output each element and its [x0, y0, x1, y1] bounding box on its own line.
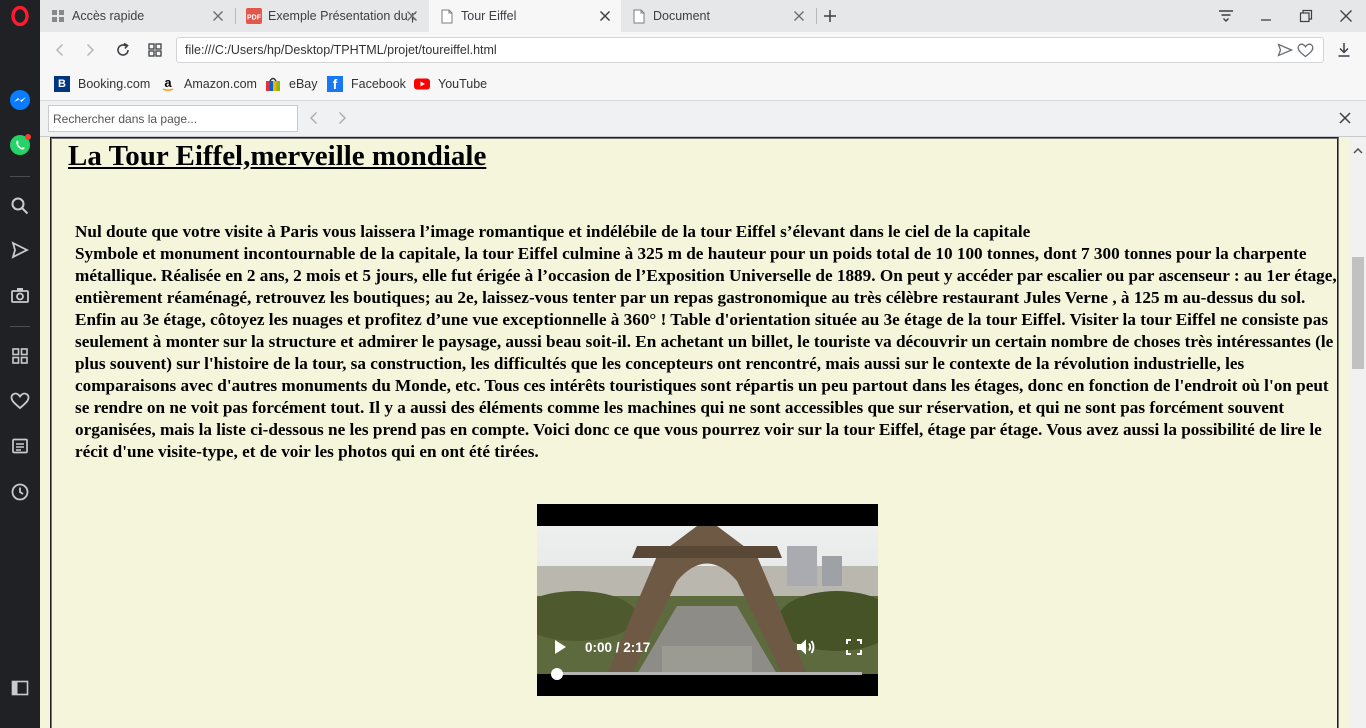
- tab-document[interactable]: Document: [621, 0, 815, 32]
- search-icon[interactable]: [8, 194, 32, 218]
- tab-label: Tour Eiffel: [461, 9, 517, 23]
- news-icon[interactable]: [8, 434, 32, 458]
- bookmark-facebook[interactable]: f Facebook: [327, 75, 406, 93]
- find-next-icon[interactable]: [336, 111, 348, 130]
- find-bar: [40, 100, 1366, 137]
- tab-label: Exemple Présentation du p: [268, 9, 416, 23]
- speed-dial-icon[interactable]: [143, 38, 167, 62]
- reload-icon[interactable]: [111, 38, 135, 62]
- bookmark-label: eBay: [289, 77, 318, 91]
- tab-tour-eiffel[interactable]: Tour Eiffel: [429, 0, 621, 32]
- document-icon: [439, 8, 455, 24]
- volume-icon[interactable]: [796, 638, 816, 661]
- speed-dial-icon: [50, 8, 66, 24]
- close-window-icon[interactable]: [1326, 0, 1366, 32]
- download-icon[interactable]: [1332, 38, 1356, 62]
- bookmark-youtube[interactable]: YouTube: [414, 75, 487, 93]
- ebay-icon: [265, 76, 281, 92]
- content-fieldset: La Tour Eiffel,merveille mondiale Nul do…: [50, 137, 1339, 728]
- bookmarks-bar: B Booking.com a Amazon.com eBay f Facebo…: [40, 68, 1366, 100]
- svg-text:PDF: PDF: [247, 15, 262, 22]
- bookmark-heart-icon[interactable]: [1297, 43, 1314, 63]
- seek-handle[interactable]: [551, 667, 563, 680]
- close-icon[interactable]: [597, 8, 613, 24]
- video-player[interactable]: 0:00 / 2:17: [537, 504, 878, 696]
- opera-sidebar: [0, 0, 40, 728]
- url-text: file:///C:/Users/hp/Desktop/TPHTML/proje…: [185, 43, 497, 57]
- close-icon[interactable]: [791, 8, 807, 24]
- camera-icon[interactable]: [8, 283, 32, 307]
- find-previous-icon[interactable]: [308, 111, 320, 130]
- bookmark-booking[interactable]: B Booking.com: [54, 75, 150, 93]
- document-icon: [631, 8, 647, 24]
- restore-icon[interactable]: [1286, 0, 1326, 32]
- close-icon[interactable]: [210, 8, 226, 24]
- messenger-icon[interactable]: [8, 88, 32, 112]
- youtube-icon: [414, 76, 430, 92]
- bookmark-label: Booking.com: [78, 77, 151, 91]
- new-tab-button[interactable]: [810, 0, 850, 32]
- body-paragraph: Symbole et monument incontournable de la…: [75, 244, 1337, 461]
- page-scrollbar[interactable]: [1350, 137, 1366, 728]
- tab-label: Accès rapide: [72, 9, 145, 23]
- minimize-icon[interactable]: [1246, 0, 1286, 32]
- sidebar-separator: [10, 176, 30, 177]
- bookmark-label: Amazon.com: [184, 77, 257, 91]
- tab-exemple-presentation[interactable]: PDF Exemple Présentation du p: [236, 0, 428, 32]
- intro-paragraph: Nul doute que votre visite à Paris vous …: [75, 222, 1031, 241]
- url-field[interactable]: file:///C:/Users/hp/Desktop/TPHTML/proje…: [176, 37, 1324, 63]
- bookmark-label: Facebook: [351, 77, 406, 91]
- close-icon[interactable]: [404, 8, 420, 24]
- tab-strip: Accès rapide PDF Exemple Présentation du…: [40, 0, 1366, 32]
- heart-icon[interactable]: [8, 389, 32, 413]
- page-title: La Tour Eiffel,merveille mondiale: [65, 139, 490, 173]
- tab-label: Document: [653, 9, 710, 23]
- scroll-up-icon[interactable]: [1353, 141, 1363, 159]
- bookmark-amazon[interactable]: a Amazon.com: [160, 75, 257, 93]
- pdf-icon: PDF: [246, 8, 262, 24]
- play-icon[interactable]: [553, 639, 567, 660]
- sidebar-separator: [10, 326, 30, 327]
- booking-icon: B: [54, 76, 70, 92]
- find-input[interactable]: [48, 105, 298, 132]
- facebook-icon: f: [327, 76, 343, 92]
- history-icon[interactable]: [8, 480, 32, 504]
- sidebar-toggle-icon[interactable]: [8, 676, 32, 700]
- seek-bar[interactable]: [551, 667, 862, 680]
- send-icon[interactable]: [8, 238, 32, 262]
- speed-dial-icon[interactable]: [8, 344, 32, 368]
- article-text: Nul doute que votre visite à Paris vous …: [75, 221, 1340, 463]
- scrollbar-thumb[interactable]: [1352, 257, 1364, 369]
- opera-logo-icon[interactable]: [8, 4, 32, 28]
- address-bar: file:///C:/Users/hp/Desktop/TPHTML/proje…: [40, 32, 1366, 68]
- bookmark-ebay[interactable]: eBay: [265, 75, 318, 93]
- send-icon[interactable]: [1277, 43, 1294, 62]
- bookmark-label: YouTube: [438, 77, 488, 91]
- whatsapp-icon[interactable]: [8, 133, 32, 157]
- fullscreen-icon[interactable]: [846, 639, 862, 660]
- video-time: 0:00 / 2:17: [585, 640, 651, 655]
- tab-acces-rapide[interactable]: Accès rapide: [40, 0, 234, 32]
- page-content: La Tour Eiffel,merveille mondiale Nul do…: [40, 137, 1350, 728]
- svg-text:a: a: [164, 76, 172, 90]
- forward-icon[interactable]: [78, 38, 102, 62]
- close-find-icon[interactable]: [1338, 111, 1352, 130]
- amazon-icon: a: [160, 76, 176, 92]
- tab-menu-icon[interactable]: [1206, 0, 1246, 32]
- back-icon[interactable]: [48, 38, 72, 62]
